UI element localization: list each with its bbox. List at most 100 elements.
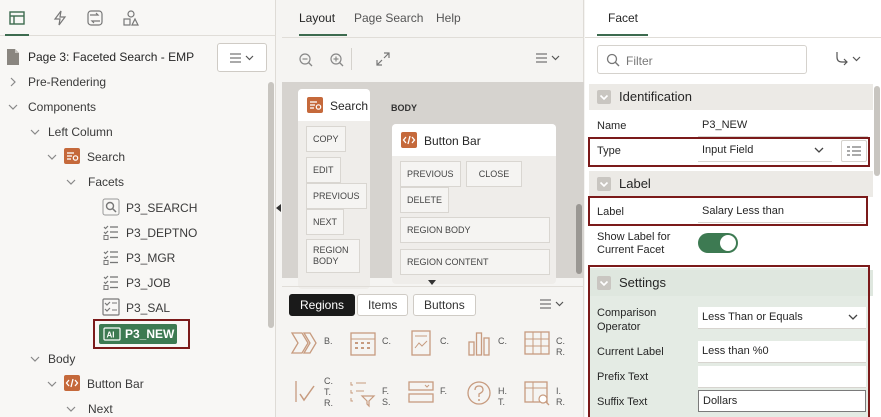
faceted-search-region-icon: [306, 96, 324, 114]
static-content-region-icon: [63, 374, 81, 392]
faceted-search-region-icon: [63, 147, 81, 165]
tree-label: Pre-Rendering: [28, 75, 107, 89]
processing-tab-icon[interactable]: [86, 9, 104, 27]
show-label-toggle[interactable]: [698, 233, 738, 253]
collapse-section-icon[interactable]: [597, 177, 611, 191]
breadcrumb-icon: [290, 332, 317, 354]
faceted-search-icon: [350, 382, 376, 408]
tree-label: P3_MGR: [126, 251, 176, 265]
button-bar-region-block[interactable]: Button Bar PREVIOUS CLOSE DELETE REGION …: [392, 124, 556, 284]
layout-pane: Layout Page Search Help Search COPY EDIT: [282, 0, 584, 417]
toggle-knob: [720, 235, 736, 251]
canvas-scrollbar[interactable]: [576, 204, 582, 274]
property-editor-pane: Facet Filter Identification Name P3_NEW …: [585, 0, 881, 417]
cards-icon: [411, 330, 431, 356]
gallery-item-label: F. S.: [382, 386, 391, 407]
filter-input[interactable]: Filter: [597, 45, 807, 74]
shared-components-tab-icon[interactable]: [122, 9, 140, 27]
zoom-out-icon[interactable]: [298, 52, 314, 68]
filter-row: Filter: [585, 37, 881, 81]
dynamic-actions-tab-icon[interactable]: [51, 9, 69, 27]
gallery-item-label: F.: [440, 386, 448, 396]
checklist-icon: [295, 381, 315, 402]
search-region-title: Search: [330, 99, 369, 113]
property-scrollbar[interactable]: [874, 86, 880, 176]
expand-icon[interactable]: [376, 52, 390, 66]
chevron-down-icon[interactable]: [30, 127, 40, 137]
name-field[interactable]: P3_NEW: [698, 115, 868, 137]
gallery-item-label: C. T. R.: [324, 376, 333, 408]
active-tab-indicator: [299, 34, 347, 36]
region-gallery: B. C. C. C. C. R. C. T. R. F. S. F. H. T…: [282, 322, 584, 417]
previous-button-slot[interactable]: PREVIOUS: [306, 183, 367, 209]
tab-help[interactable]: Help: [436, 11, 461, 25]
tree-label: Next: [88, 402, 113, 416]
gallery-item-chart[interactable]: C.: [458, 322, 516, 364]
section-label[interactable]: Label: [589, 171, 873, 197]
gallery-item-breadcrumb[interactable]: B.: [284, 322, 342, 364]
zoom-in-icon[interactable]: [329, 52, 345, 68]
gallery-item-interactive-report[interactable]: I. R.: [516, 372, 574, 414]
gallery-tab-items[interactable]: Items: [357, 294, 409, 316]
gallery-item-label: C.: [498, 336, 507, 346]
tree-menu-button[interactable]: [217, 43, 267, 72]
checkbox-facet-icon: [102, 273, 120, 291]
gallery-menu-icon[interactable]: [540, 299, 566, 309]
left-pane-tabs: [0, 0, 276, 36]
chevron-right-icon[interactable]: [8, 77, 18, 87]
gallery-item-classic-report[interactable]: C. R.: [516, 322, 574, 364]
gallery-item-cards[interactable]: C.: [400, 322, 458, 364]
active-tab-indicator: [597, 34, 648, 36]
region-content-slot[interactable]: REGION CONTENT: [400, 249, 550, 275]
tree-label: Components: [28, 100, 97, 114]
section-title: Label: [619, 176, 651, 191]
highlight-p3-new: [93, 319, 190, 349]
section-identification[interactable]: Identification: [589, 84, 873, 110]
chevron-down-icon[interactable]: [66, 177, 76, 187]
range-facet-icon: [102, 298, 120, 316]
search-region-block[interactable]: Search COPY EDIT PREVIOUS NEXT REGION BO…: [298, 89, 370, 289]
gallery-item-label: B.: [324, 336, 333, 346]
gallery-item-label: H. T.: [498, 386, 507, 407]
tab-facet[interactable]: Facet: [608, 11, 638, 25]
left-scrollbar[interactable]: [268, 82, 274, 328]
delete-button-slot[interactable]: DELETE: [400, 187, 450, 213]
close-button-slot[interactable]: CLOSE: [466, 161, 522, 187]
go-to-group-icon[interactable]: [835, 51, 863, 67]
tree-label: P3_JOB: [126, 276, 171, 290]
gallery-item-calendar[interactable]: C.: [342, 322, 400, 364]
tab-page-search[interactable]: Page Search: [354, 11, 423, 25]
gallery-item-label: C.: [382, 336, 391, 346]
layout-menu-icon[interactable]: [536, 53, 562, 63]
form-icon: [408, 381, 434, 403]
chevron-down-icon[interactable]: [8, 102, 18, 112]
chevron-down-icon[interactable]: [47, 152, 57, 162]
collapse-section-icon[interactable]: [597, 90, 611, 104]
gallery-tab-regions[interactable]: Regions: [289, 294, 356, 316]
tree-label: Body: [48, 352, 76, 366]
copy-button-slot[interactable]: COPY: [306, 126, 346, 152]
previous-button-slot[interactable]: PREVIOUS: [400, 161, 461, 187]
tree-label: P3_DEPTNO: [126, 226, 198, 240]
gallery-item-help-text[interactable]: H. T.: [458, 372, 516, 414]
search-facet-icon: [102, 198, 120, 216]
tree-label: P3_SEARCH: [126, 201, 198, 215]
page-title: Page 3: Faceted Search - EMP: [28, 50, 195, 64]
gallery-item-form[interactable]: F.: [400, 372, 458, 414]
region-body-slot[interactable]: REGION BODY: [400, 217, 550, 243]
layout-canvas[interactable]: Search COPY EDIT PREVIOUS NEXT REGION BO…: [282, 82, 584, 289]
gallery-item-checklist-tree[interactable]: C. T. R.: [284, 372, 342, 414]
rendering-tab-icon[interactable]: [8, 9, 26, 27]
next-button-slot[interactable]: NEXT: [306, 209, 345, 235]
chevron-down-icon[interactable]: [30, 354, 40, 364]
region-body-slot[interactable]: REGION BODY: [306, 239, 360, 273]
tab-layout[interactable]: Layout: [299, 11, 335, 25]
highlight-settings: [588, 265, 870, 417]
gallery-item-faceted-search[interactable]: F. S.: [342, 372, 400, 414]
gallery-tab-buttons[interactable]: Buttons: [413, 294, 476, 316]
chevron-down-icon[interactable]: [66, 404, 76, 414]
interactive-report-icon: [524, 381, 550, 406]
edit-button-slot[interactable]: EDIT: [306, 157, 341, 183]
chevron-down-icon[interactable]: [47, 379, 57, 389]
name-label: Name: [597, 120, 627, 132]
